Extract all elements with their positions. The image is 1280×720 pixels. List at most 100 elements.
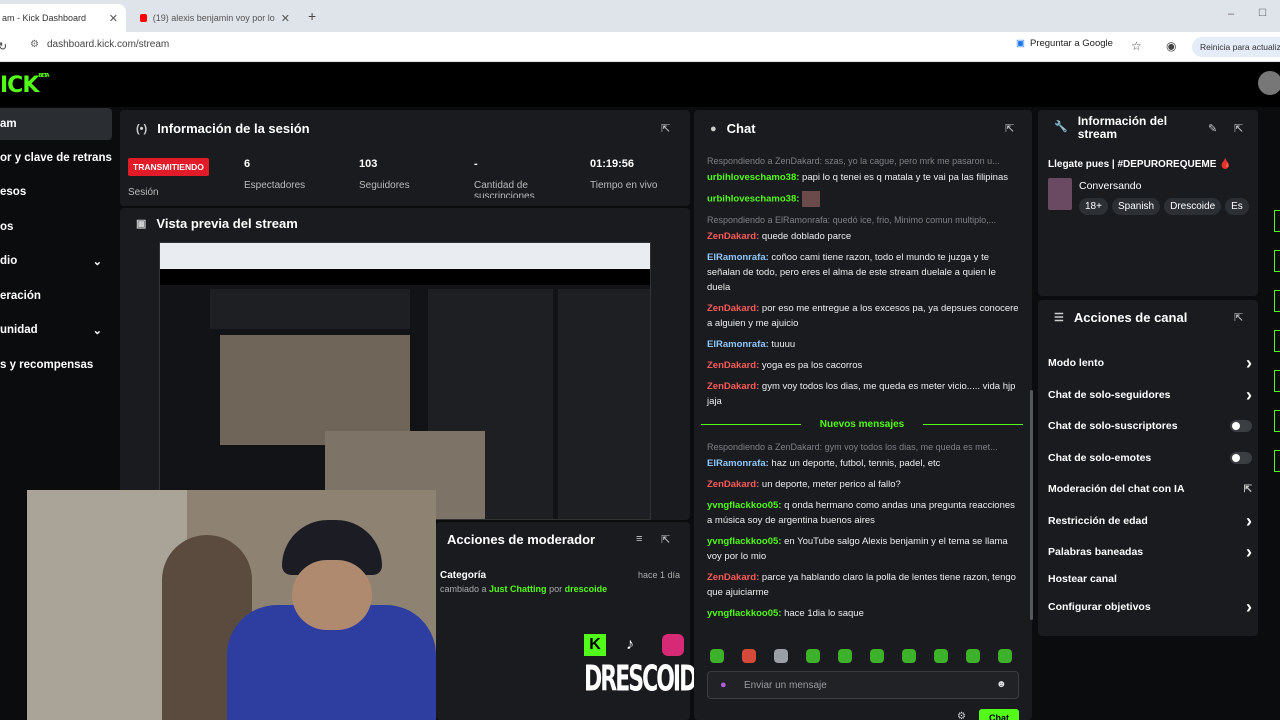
chat-username[interactable]: ElRamonrafa [707,339,766,350]
chat-input[interactable]: ● Enviar un mensaje ☻ [707,671,1019,699]
session-label: Sesión [128,187,159,198]
emote-icon[interactable] [934,649,948,663]
log-item-category: Just Chatting [489,584,547,594]
emote-icon[interactable] [838,649,852,663]
chat-username[interactable]: ZenDakard [707,231,756,242]
reply-reference[interactable]: Respondiendo a ElRamonrafa: quedó ice, f… [707,213,1019,228]
emote-icon[interactable] [870,649,884,663]
chat-username[interactable]: ZenDakard [707,381,756,392]
sidebar-item-stream[interactable]: am [0,108,112,140]
chat-username[interactable]: ZenDakard [707,479,756,490]
chat-username[interactable]: ZenDakard [707,303,756,314]
chat-message: ElRamonrafa: coñoo cami tiene razon, tod… [707,250,1019,295]
url-field[interactable]: ⚙ dashboard.kick.com/stream [30,39,169,50]
stat-value: 103 [359,158,378,170]
browser-tab-youtube[interactable]: (19) alexis benjamin voy por lo ✕ [132,4,298,32]
tag-pill[interactable]: Spanish [1111,198,1161,215]
sidebar-item-community[interactable]: unidad ⌄ [0,314,112,346]
chat-username[interactable]: ZenDakard [707,360,756,371]
close-icon[interactable]: ✕ [281,12,290,25]
profile-icon[interactable]: ◉ [1166,39,1176,53]
channel-action-item[interactable]: Restricción de edad › [1048,511,1252,531]
chat-message: ElRamonrafa: tuuuu [707,337,1019,352]
emote-icon[interactable] [774,649,788,663]
popout-icon[interactable]: ⇱ [661,533,670,546]
avatar[interactable] [1258,71,1280,95]
stat-value: 01:19:56 [590,158,635,170]
live-badge: TRANSMITIENDO [128,158,209,176]
category-thumbnail[interactable] [1048,178,1072,210]
channel-action-item[interactable]: Chat de solo-emotes [1048,452,1252,464]
restart-update-button[interactable]: Reinicia para actualiz [1192,37,1280,57]
reply-reference[interactable]: Respondiendo a ZenDakard: gym voy todos … [707,440,1019,455]
instagram-icon [662,634,684,656]
chat-username[interactable]: yvngflackkoo05 [707,536,778,547]
minimize-icon[interactable]: – [1228,8,1234,20]
emote-icon[interactable] [742,649,756,663]
stat-label: Tiempo en vivo [590,180,658,191]
chevron-right-icon: › [1246,511,1252,531]
bookmark-star-icon[interactable]: ☆ [1131,39,1142,53]
emote-icon[interactable] [710,649,724,663]
sidebar-item-videos[interactable]: os [0,211,112,243]
new-messages-divider: Nuevos mensajes [701,417,1023,432]
new-tab-icon[interactable]: + [308,8,316,24]
tag-pill[interactable]: Drescoide [1164,198,1222,215]
emote-icon[interactable] [998,649,1012,663]
channel-action-item[interactable]: Hostear canal [1048,573,1252,585]
chat-username[interactable]: ElRamonrafa [707,252,766,263]
browser-tab-kick[interactable]: am - Kick Dashboard ✕ [0,4,126,32]
chat-scrollbar[interactable] [1030,390,1033,620]
stream-preview-video[interactable] [159,242,651,520]
channel-action-item[interactable]: Modo lento › [1048,354,1252,372]
tiktok-icon: ♪ [626,636,634,653]
site-info-icon[interactable]: ⚙ [30,39,39,50]
emoji-icon[interactable]: ☻ [996,679,1007,690]
sidebar-item-label: am [0,118,17,130]
emote-icon[interactable] [966,649,980,663]
channel-action-item[interactable]: Moderación del chat con IA ⇱ [1048,483,1252,495]
channel-action-item[interactable]: Palabras baneadas › [1048,543,1252,561]
chat-username[interactable]: urbihloveschamo38 [707,172,796,183]
toggle-switch[interactable] [1230,420,1252,432]
chat-username[interactable]: yvngflackkoo05 [707,608,778,619]
edit-pencil-icon[interactable]: ✎ [1208,122,1217,135]
popout-icon[interactable]: ⇱ [1005,122,1014,135]
external-link-icon[interactable]: ⇱ [1244,484,1252,495]
tag-pill[interactable]: Es [1225,198,1249,215]
chat-username[interactable]: yvngflackkoo05 [707,500,778,511]
channel-action-item[interactable]: Configurar objetivos › [1048,598,1252,616]
filter-icon[interactable]: ≡ [636,533,642,545]
emote-icon[interactable] [806,649,820,663]
sidebar-item-moderation[interactable]: eración [0,280,112,312]
sidebar-item-audio[interactable]: dio ⌄ [0,245,112,277]
kick-logo[interactable]: ICKBETA [0,73,50,98]
sidebar-item-progress[interactable]: esos [0,176,112,208]
popout-icon[interactable]: ⇱ [1234,311,1243,324]
close-icon[interactable]: ✕ [109,12,118,25]
popout-icon[interactable]: ⇱ [661,122,670,135]
reply-reference[interactable]: Respondiendo a ZenDakard: szas, yo la ca… [707,154,1019,169]
microphone-icon[interactable]: ● [720,679,727,691]
chat-input-placeholder: Enviar un mensaje [744,679,827,691]
ask-google-button[interactable]: ▣ Preguntar a Google [1016,38,1113,49]
maximize-icon[interactable]: ☐ [1258,8,1267,19]
chat-message: Respondiendo a ZenDakard: szas, yo la ca… [707,154,1019,185]
tag-pill[interactable]: 18+ [1079,198,1108,215]
sidebar-item-label: dio [0,255,18,267]
chat-send-button[interactable]: Chat [979,709,1019,720]
sidebar-item-rewards[interactable]: s y recompensas [0,349,112,381]
chat-message: urbihloveschamo38: [707,191,1019,207]
sidebar-item-label: eración [0,290,41,302]
chat-username[interactable]: urbihloveschamo38 [707,194,796,205]
toggle-switch[interactable] [1230,452,1252,464]
channel-action-item[interactable]: Chat de solo-suscriptores [1048,420,1252,432]
emote-icon[interactable] [902,649,916,663]
channel-action-item[interactable]: Chat de solo-seguidores › [1048,386,1252,404]
sidebar-item-stream-key[interactable]: or y clave de retransm [0,142,112,174]
popout-icon[interactable]: ⇱ [1234,122,1243,135]
chat-username[interactable]: ElRamonrafa [707,458,766,469]
reload-icon[interactable]: ↻ [0,40,7,53]
chat-username[interactable]: ZenDakard [707,572,756,583]
settings-gear-icon[interactable]: ⚙ [957,711,966,720]
